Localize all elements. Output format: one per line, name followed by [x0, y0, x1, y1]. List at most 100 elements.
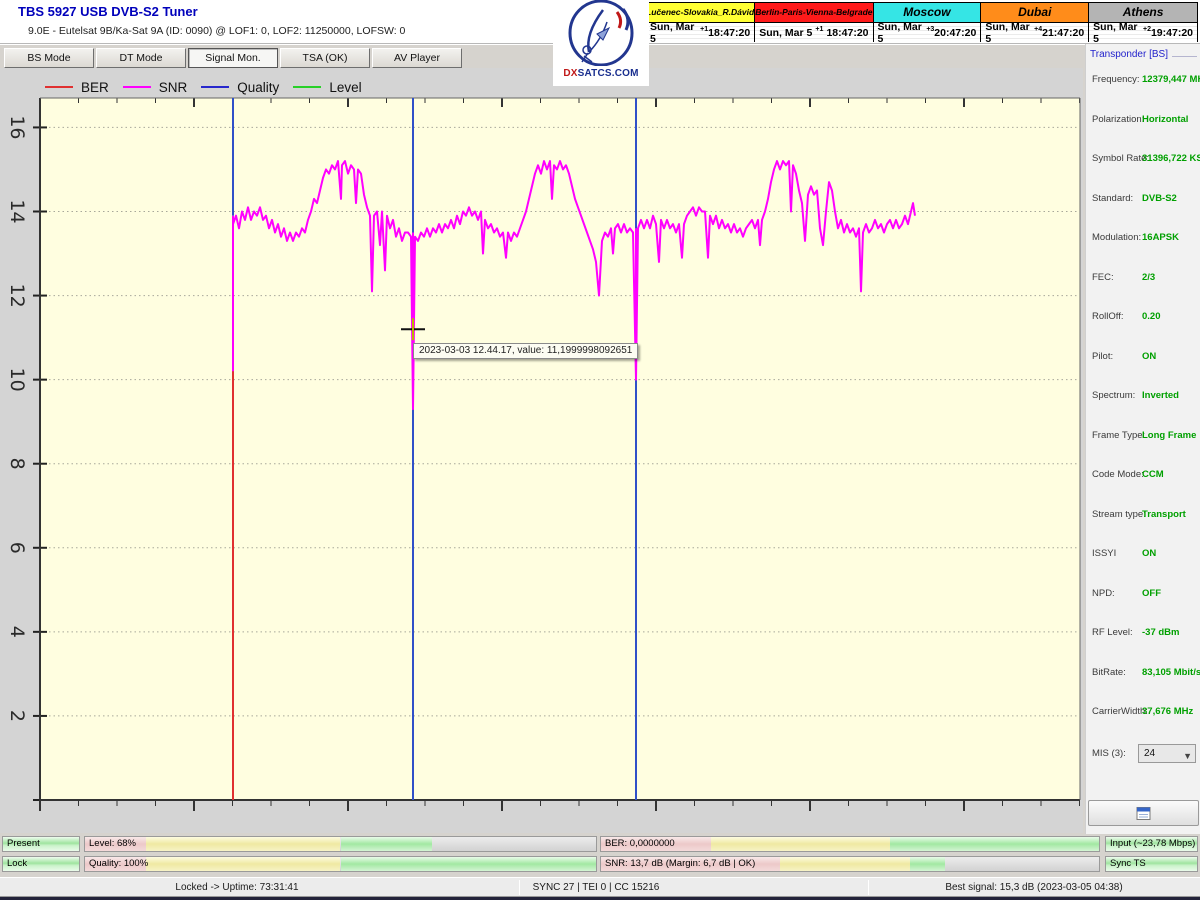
svg-text:10: 10 — [6, 368, 28, 392]
clock-hms: 21:47:20 — [1042, 27, 1084, 39]
chart-tooltip: 2023-03-03 12.44.17, value: 11,199999809… — [413, 343, 638, 359]
clock-time: Sun, Mar 5+118:47:20 — [646, 23, 754, 42]
clock-time: Sun, Mar 5+118:47:20 — [755, 23, 872, 42]
field-label: Stream type: — [1092, 509, 1146, 520]
field-value: OFF — [1142, 588, 1161, 599]
field-label: Code Mode: — [1092, 469, 1144, 480]
chevron-down-icon: ▼ — [1183, 748, 1192, 765]
field-label: Frequency: — [1092, 74, 1140, 85]
satellite-dish-icon — [567, 0, 635, 66]
clock-date: Sun, Mar 5 — [759, 27, 812, 39]
field-label: ISSYI — [1092, 548, 1116, 559]
statusbar-divider — [868, 880, 869, 895]
field-label: Symbol Rate: — [1092, 153, 1149, 164]
sync-status: SYNC 27 | TEI 0 | CC 15216 — [533, 882, 660, 893]
field-value: 0.20 — [1142, 311, 1161, 322]
progress-lock: Quality: 100% — [84, 856, 597, 872]
bar-text: Level: 68% — [89, 838, 136, 849]
bar-text: Quality: 100% — [89, 858, 148, 869]
tab-av-player[interactable]: AV Player — [372, 48, 462, 68]
tab-tsa-ok-[interactable]: TSA (OK) — [280, 48, 370, 68]
tab-strip: BS ModeDT ModeSignal Mon.TSA (OK)AV Play… — [0, 44, 1085, 68]
field-issyi: ISSYI ON — [1086, 548, 1200, 562]
tab-dt-mode[interactable]: DT Mode — [96, 48, 186, 68]
field-label: FEC: — [1092, 272, 1114, 283]
field-label: RF Level: — [1092, 627, 1133, 638]
field-bitrate: BitRate:83,105 Mbit/s — [1086, 667, 1200, 681]
field-value: Transport — [1142, 509, 1186, 520]
clock-utc-offset: +2 — [1143, 26, 1151, 33]
statusbar-divider — [519, 880, 520, 895]
field-streamtype: Stream type:Transport — [1086, 509, 1200, 523]
field-frequency: Frequency:12379,447 MHz — [1086, 74, 1200, 88]
field-label: Standard: — [1092, 193, 1133, 204]
bar-segment-yellow — [146, 857, 340, 871]
tab-signal-mon-[interactable]: Signal Mon. — [188, 48, 278, 68]
clock-hms: 19:47:20 — [1151, 27, 1193, 39]
clock-time: Sun, Mar 5+421:47:20 — [981, 23, 1088, 42]
svg-text:2: 2 — [6, 710, 28, 722]
bar-text: SNR: 13,7 dB (Margin: 6,7 dB | OK) — [605, 858, 755, 869]
clock-luenec: Lučenec-Slovakia_R.DávidSun, Mar 5+118:4… — [646, 3, 755, 42]
clock-hms: 18:47:20 — [708, 27, 750, 39]
field-modulation: Modulation:16APSK — [1086, 232, 1200, 246]
signal-monitor-chart: BERSNRQualityLevel 161412108642 2023-03-… — [0, 68, 1083, 833]
save-icon — [1136, 807, 1151, 820]
plot-canvas[interactable]: 161412108642 — [0, 68, 1083, 833]
field-label: BitRate: — [1092, 667, 1126, 678]
satellite-subtitle: 9.0E - Eutelsat 9B/Ka-Sat 9A (ID: 0090) … — [28, 25, 405, 37]
field-rolloff: RollOff:0.20 — [1086, 311, 1200, 325]
progress-snr: SNR: 13,7 dB (Margin: 6,7 dB | OK) — [600, 856, 1100, 872]
status-box-sync: Sync TS — [1105, 856, 1198, 872]
save-button[interactable] — [1088, 800, 1199, 826]
dxsatcs-logo: DXSATCS.COM — [553, 0, 649, 86]
uptime-status: Locked -> Uptime: 73:31:41 — [175, 882, 298, 893]
field-label: Polarization: — [1092, 114, 1144, 125]
status-box-input: Input (~23,78 Mbps) — [1105, 836, 1198, 852]
status-bar: Locked -> Uptime: 73:31:41 SYNC 27 | TEI… — [0, 877, 1200, 897]
field-polarization: Polarization:Horizontal — [1086, 114, 1200, 128]
field-symbolrate: Symbol Rate:31396,722 KS/s — [1086, 153, 1200, 167]
status-box-present: Present — [2, 836, 80, 852]
clock-dubai: DubaiSun, Mar 5+421:47:20 — [981, 3, 1089, 42]
field-value: Horizontal — [1142, 114, 1188, 125]
svg-text:4: 4 — [6, 626, 28, 638]
field-value: Long Frame — [1142, 430, 1196, 441]
mis-value: 24 — [1144, 748, 1155, 759]
field-pilot: Pilot:ON — [1086, 351, 1200, 365]
field-value: -37 dBm — [1142, 627, 1179, 638]
svg-text:12: 12 — [6, 283, 28, 307]
field-standard: Standard:DVB-S2 — [1086, 193, 1200, 207]
status-box-lock: Lock — [2, 856, 80, 872]
field-label: Frame Type: — [1092, 430, 1145, 441]
bar-segment-yellow — [146, 837, 340, 851]
field-value: ON — [1142, 548, 1156, 559]
field-label: Spectrum: — [1092, 390, 1135, 401]
clock-utc-offset: +3 — [926, 26, 934, 33]
field-label: Modulation: — [1092, 232, 1141, 243]
bar-segment-yellow — [780, 857, 909, 871]
field-value: ON — [1142, 351, 1156, 362]
clock-time: Sun, Mar 5+219:47:20 — [1089, 23, 1197, 42]
tab-bs-mode[interactable]: BS Mode — [4, 48, 94, 68]
bar-segment-green — [890, 837, 1099, 851]
field-value: 12379,447 MHz — [1142, 74, 1200, 85]
bar-segment-green — [341, 837, 433, 851]
clock-date: Sun, Mar 5 — [1093, 21, 1143, 45]
field-rflevel: RF Level: -37 dBm — [1086, 627, 1200, 641]
world-clocks: Lučenec-Slovakia_R.DávidSun, Mar 5+118:4… — [645, 2, 1198, 42]
bar-segment-green — [910, 857, 945, 871]
clock-athens: AthensSun, Mar 5+219:47:20 — [1089, 3, 1197, 42]
clock-utc-offset: +4 — [1034, 26, 1042, 33]
field-value: 37,676 MHz — [1142, 706, 1193, 717]
clock-hms: 18:47:20 — [826, 27, 868, 39]
groupbox-title: Transponder [BS] — [1090, 49, 1172, 60]
mis-select[interactable]: 24 ▼ — [1138, 744, 1196, 763]
transponder-panel: Transponder [BS] Frequency:12379,447 MHz… — [1085, 44, 1200, 834]
field-value: Inverted — [1142, 390, 1179, 401]
progress-present: Level: 68% — [84, 836, 597, 852]
svg-text:16: 16 — [6, 115, 28, 139]
clock-date: Sun, Mar 5 — [985, 21, 1034, 45]
clock-date: Sun, Mar 5 — [650, 21, 700, 45]
app-title: TBS 5927 USB DVB-S2 Tuner — [18, 4, 198, 19]
